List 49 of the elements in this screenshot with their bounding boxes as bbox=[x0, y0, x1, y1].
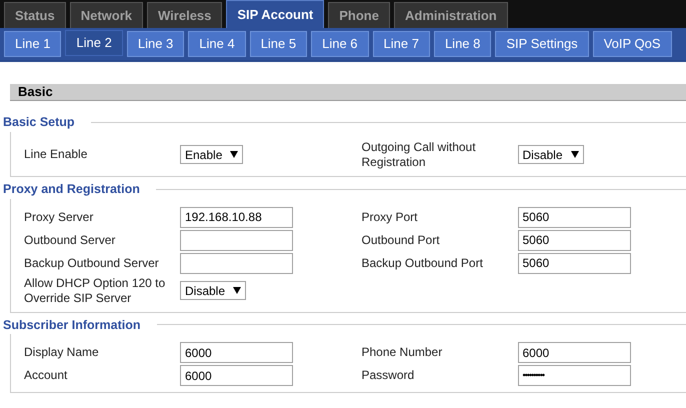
field-label: Outbound Port bbox=[360, 232, 441, 248]
caret-icon bbox=[233, 287, 242, 294]
group-title: Subscriber Information bbox=[2, 316, 142, 334]
password-field[interactable]: •••••••••• bbox=[518, 365, 630, 386]
input-field[interactable] bbox=[180, 230, 293, 250]
section-header: Basic bbox=[10, 84, 686, 101]
nav-tab[interactable]: Administration bbox=[394, 2, 508, 28]
dropdown[interactable]: Disable bbox=[518, 145, 584, 164]
line-tab[interactable]: Line 4 bbox=[188, 31, 246, 57]
field-label: Outbound Server bbox=[23, 232, 116, 248]
field-label: Phone Number bbox=[360, 345, 444, 360]
field-label: Backup Outbound Server bbox=[23, 256, 160, 270]
line-tab[interactable]: Line 1 bbox=[4, 31, 62, 57]
line-tab[interactable]: Line 8 bbox=[434, 31, 492, 57]
nav-tab[interactable]: Phone bbox=[328, 2, 390, 28]
input-field[interactable]: 5060 bbox=[518, 206, 630, 228]
input-field[interactable]: 5060 bbox=[518, 252, 630, 274]
line-tab[interactable]: Line 5 bbox=[250, 31, 308, 57]
caret-icon bbox=[570, 151, 579, 158]
nav-tab[interactable]: SIP Account bbox=[226, 0, 324, 28]
line-tab[interactable]: SIP Settings bbox=[495, 31, 589, 57]
group-title: Proxy and Registration bbox=[2, 180, 141, 198]
caret-icon bbox=[230, 151, 238, 158]
group-title: Basic Setup bbox=[2, 114, 76, 131]
line-tab[interactable]: Line 7 bbox=[372, 31, 430, 57]
line-tab[interactable]: Line 6 bbox=[311, 31, 369, 57]
dropdown[interactable]: Enable bbox=[180, 145, 244, 164]
nav-tab[interactable]: Network bbox=[70, 2, 144, 28]
field-label: Proxy Port bbox=[360, 210, 419, 224]
input-field[interactable]: 5060 bbox=[518, 230, 630, 250]
dropdown[interactable]: Disable bbox=[180, 281, 246, 300]
line-tab[interactable]: Line 2 bbox=[65, 30, 123, 56]
input-field[interactable]: 6000 bbox=[180, 342, 293, 364]
field-label: Password bbox=[360, 368, 416, 384]
field-label: Allow DHCP Option 120 to Override SIP Server bbox=[23, 276, 166, 306]
field-label: Backup Outbound Port bbox=[360, 256, 484, 270]
nav-tab[interactable]: Wireless bbox=[147, 2, 222, 28]
field-label: Display Name bbox=[23, 345, 100, 360]
input-field[interactable]: 6000 bbox=[180, 365, 293, 386]
field-label: Proxy Server bbox=[23, 210, 94, 224]
field-label: Account bbox=[23, 368, 68, 384]
line-tab[interactable]: VoIP QoS bbox=[592, 31, 672, 57]
input-field[interactable]: 6000 bbox=[518, 342, 630, 364]
line-tab[interactable]: Line 3 bbox=[126, 31, 184, 57]
input-field[interactable] bbox=[180, 252, 293, 274]
field-label: Outgoing Call without Registration bbox=[360, 140, 477, 170]
input-field[interactable]: 192.168.10.88 bbox=[180, 206, 293, 228]
field-label: Line Enable bbox=[23, 147, 88, 162]
nav-tab[interactable]: Status bbox=[4, 2, 66, 28]
